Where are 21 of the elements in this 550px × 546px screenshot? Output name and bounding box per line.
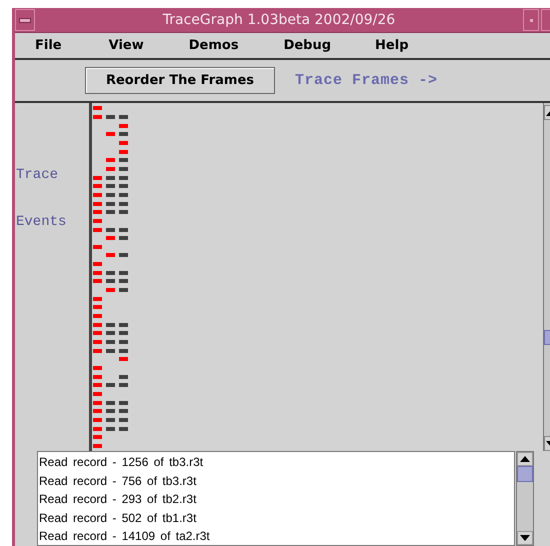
axis-label: Trace	[16, 167, 60, 183]
log-line: Read record - 502 of tb1.r3t	[39, 510, 198, 527]
scroll-up-icon[interactable]	[517, 452, 533, 466]
window-title: TraceGraph 1.03beta 2002/09/26	[162, 12, 396, 28]
menu-item[interactable]: Help	[375, 38, 409, 53]
scroll-down-icon[interactable]	[517, 531, 533, 545]
log-line: Read record - 14109 of ta2.r3t	[39, 528, 211, 546]
window-menu-button[interactable]	[15, 9, 35, 31]
axis-label: Events	[16, 214, 68, 230]
menu-item[interactable]: File	[35, 38, 62, 53]
log-scrollbar[interactable]	[516, 451, 534, 546]
menu-item[interactable]: View	[108, 38, 144, 53]
log-line: Read record - 293 of tb2.r3t	[39, 491, 198, 508]
scroll-thumb[interactable]	[517, 466, 533, 482]
menu-item[interactable]: Debug	[284, 38, 332, 53]
log-line: Read record - 756 of tb3.r3t	[39, 472, 198, 490]
minimize-button[interactable]	[523, 9, 539, 31]
log-line: Read record - 1256 of tb3.r3t	[39, 454, 204, 471]
trace-frames-label: Trace Frames ->	[295, 72, 438, 89]
reorder-button[interactable]: Reorder The Frames	[85, 67, 275, 94]
menu-item[interactable]: Demos	[188, 38, 239, 53]
